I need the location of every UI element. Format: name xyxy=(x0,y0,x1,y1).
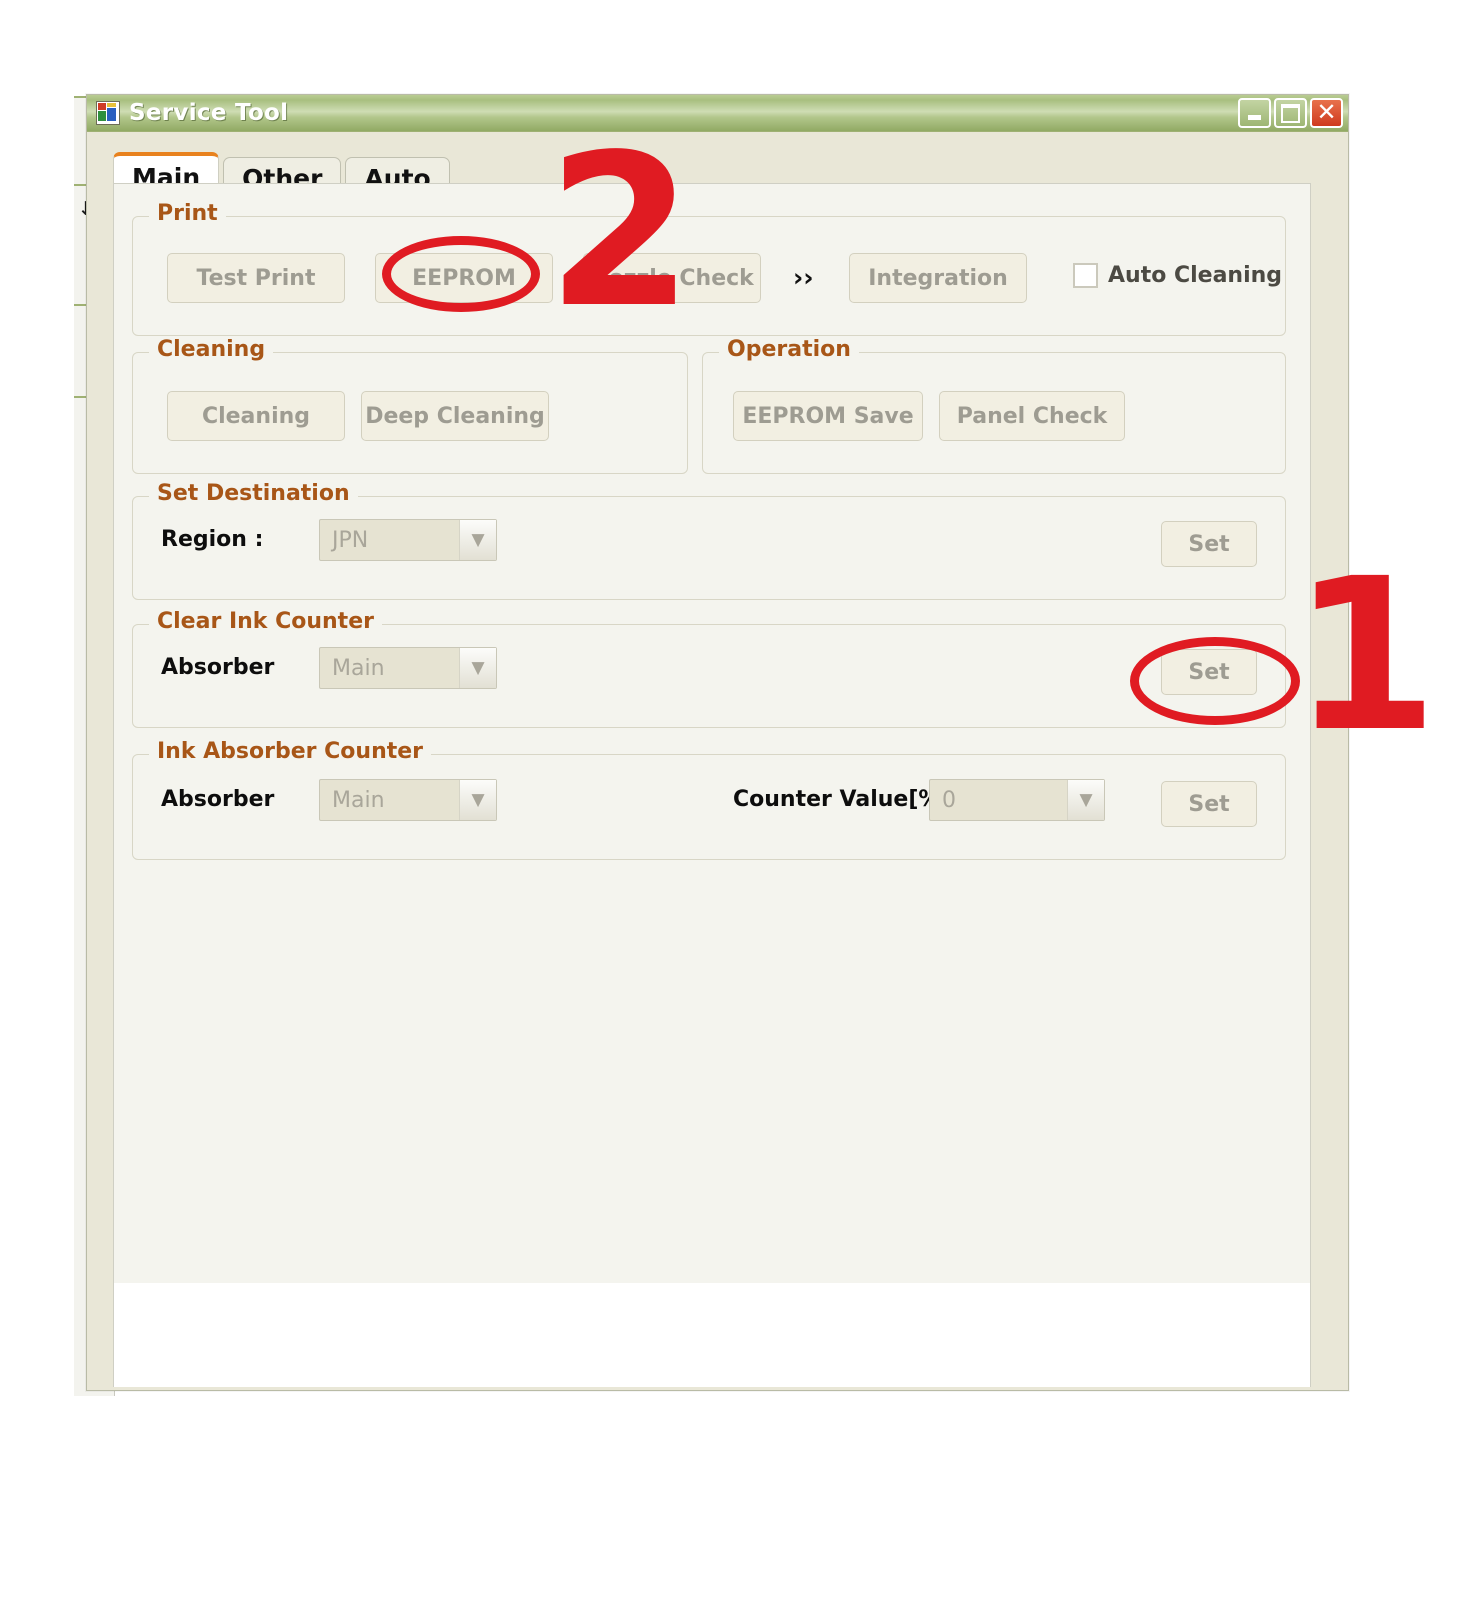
status-area xyxy=(113,1283,1311,1387)
window-controls: ✕ xyxy=(1238,98,1343,128)
chevron-down-icon[interactable]: ▼ xyxy=(459,780,496,820)
ink-absorber-counter-legend: Ink Absorber Counter xyxy=(149,739,432,764)
clear-ink-absorber-label: Absorber xyxy=(161,655,275,680)
cleaning-button[interactable]: Cleaning xyxy=(167,391,345,441)
ink-absorber-counter-set-button[interactable]: Set xyxy=(1161,781,1257,827)
double-chevron-right-icon: ›› xyxy=(793,263,814,292)
set-destination-set-button[interactable]: Set xyxy=(1161,521,1257,567)
ink-absorber-label: Absorber xyxy=(161,787,275,812)
close-icon: ✕ xyxy=(1316,97,1337,126)
chevron-down-icon[interactable]: ▼ xyxy=(1067,780,1104,820)
app-icon xyxy=(96,101,120,125)
counter-value-value: 0 xyxy=(942,787,956,813)
counter-value-label: Counter Value[%] xyxy=(733,787,951,812)
cleaning-group: Cleaning Cleaning Deep Cleaning xyxy=(132,337,688,474)
chevron-down-icon[interactable]: ▼ xyxy=(459,520,496,560)
title-bar[interactable]: Service Tool ✕ xyxy=(87,95,1348,132)
region-select[interactable]: JPN ▼ xyxy=(319,519,497,561)
cleaning-group-legend: Cleaning xyxy=(149,337,274,362)
eeprom-save-button[interactable]: EEPROM Save xyxy=(733,391,923,441)
integration-button[interactable]: Integration xyxy=(849,253,1027,303)
annotation-ellipse-set xyxy=(1130,637,1300,725)
close-button[interactable]: ✕ xyxy=(1310,98,1343,128)
minimize-icon xyxy=(1248,114,1261,120)
print-group-legend: Print xyxy=(149,201,226,226)
auto-cleaning-label: Auto Cleaning xyxy=(1108,263,1283,288)
ink-absorber-counter-set-label: Set xyxy=(1188,791,1230,817)
eeprom-save-label: EEPROM Save xyxy=(742,403,914,429)
minimize-button[interactable] xyxy=(1238,98,1271,128)
set-destination-legend: Set Destination xyxy=(149,481,358,506)
integration-label: Integration xyxy=(868,265,1008,291)
deep-cleaning-button[interactable]: Deep Cleaning xyxy=(361,391,549,441)
clear-ink-absorber-select[interactable]: Main ▼ xyxy=(319,647,497,689)
panel-check-label: Panel Check xyxy=(956,403,1108,429)
operation-group: Operation EEPROM Save Panel Check xyxy=(702,337,1286,474)
window-title: Service Tool xyxy=(129,100,289,126)
print-group: Print Test Print EEPROM Nozzle Check ›› … xyxy=(132,201,1286,336)
main-tab-panel: Print Test Print EEPROM Nozzle Check ›› … xyxy=(113,183,1311,1285)
maximize-icon xyxy=(1281,103,1300,123)
set-destination-group: Set Destination Region : JPN ▼ Set xyxy=(132,481,1286,600)
panel-check-button[interactable]: Panel Check xyxy=(939,391,1125,441)
deep-cleaning-label: Deep Cleaning xyxy=(365,403,545,429)
region-label: Region : xyxy=(161,527,264,552)
test-print-button[interactable]: Test Print xyxy=(167,253,345,303)
ink-absorber-select[interactable]: Main ▼ xyxy=(319,779,497,821)
operation-group-legend: Operation xyxy=(719,337,859,362)
checkbox-icon[interactable] xyxy=(1073,263,1098,288)
clear-ink-counter-legend: Clear Ink Counter xyxy=(149,609,382,634)
service-tool-window: Service Tool ✕ Main Other Auto Print Tes… xyxy=(86,94,1349,1391)
cleaning-label: Cleaning xyxy=(201,403,311,429)
region-value: JPN xyxy=(332,527,369,553)
annotation-step-2: 2 xyxy=(547,109,694,354)
set-destination-set-label: Set xyxy=(1188,531,1230,557)
chevron-down-icon[interactable]: ▼ xyxy=(459,648,496,688)
auto-cleaning-checkbox[interactable]: Auto Cleaning xyxy=(1073,263,1282,288)
test-print-label: Test Print xyxy=(196,265,316,291)
clear-ink-absorber-value: Main xyxy=(332,655,385,681)
counter-value-select[interactable]: 0 ▼ xyxy=(929,779,1105,821)
ink-absorber-value: Main xyxy=(332,787,385,813)
clear-ink-counter-group: Clear Ink Counter Absorber Main ▼ Set xyxy=(132,609,1286,728)
annotation-step-1: 1 xyxy=(1292,533,1439,778)
maximize-button[interactable] xyxy=(1274,98,1307,128)
ink-absorber-counter-group: Ink Absorber Counter Absorber Main ▼ Cou… xyxy=(132,739,1286,860)
annotation-ellipse-eeprom xyxy=(382,236,540,312)
